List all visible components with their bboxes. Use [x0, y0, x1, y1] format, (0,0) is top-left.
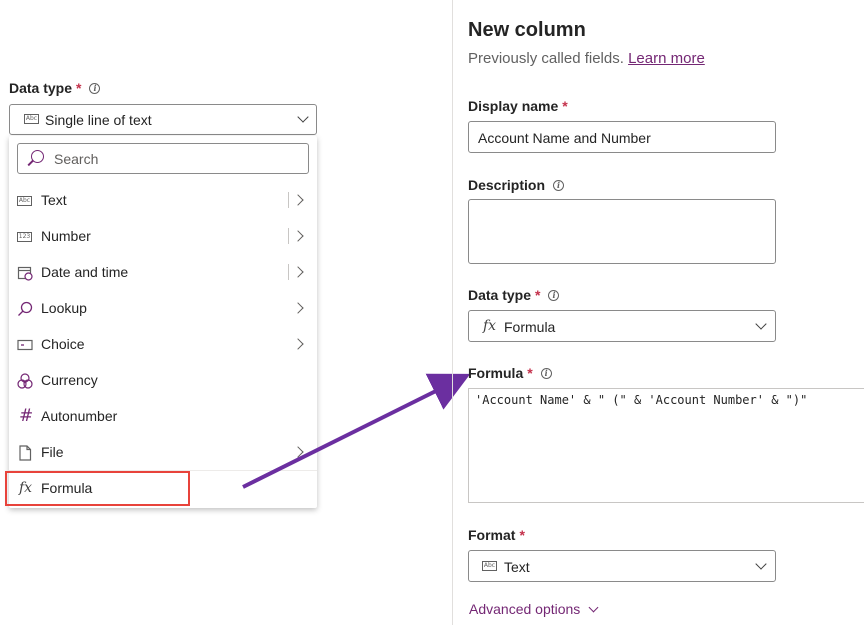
info-icon[interactable]: i — [548, 290, 560, 301]
required-mark: * — [527, 365, 533, 381]
display-name-label: Display name * — [468, 98, 568, 114]
data-type-select[interactable]: fx Formula — [468, 310, 776, 342]
data-type-value: Formula — [504, 319, 556, 335]
data-type-label: Data type * i — [468, 287, 560, 303]
required-mark: * — [562, 98, 568, 114]
panel-divider — [452, 0, 453, 625]
format-label-text: Format — [468, 527, 516, 543]
formula-label-text: Formula — [468, 365, 524, 381]
display-name-value: Account Name and Number — [478, 130, 651, 146]
description-textarea[interactable] — [468, 199, 776, 264]
required-mark: * — [535, 287, 541, 303]
description-label: Description i — [468, 177, 565, 193]
display-name-input[interactable]: Account Name and Number — [468, 121, 776, 153]
learn-more-link[interactable]: Learn more — [628, 50, 705, 67]
description-label-text: Description — [468, 177, 546, 193]
abc-icon: Abc — [482, 561, 497, 571]
format-label: Format * — [468, 527, 525, 543]
chevron-down-icon — [755, 558, 767, 570]
advanced-options-label: Advanced options — [469, 601, 581, 617]
format-select[interactable]: Abc Text — [468, 550, 776, 582]
panel-subtitle-text: Previously called fields. — [468, 50, 624, 67]
data-type-label-text: Data type — [468, 287, 532, 303]
required-mark: * — [519, 527, 525, 543]
info-icon[interactable]: i — [553, 180, 565, 191]
fx-icon: fx — [483, 318, 497, 334]
formula-value: 'Account Name' & " (" & 'Account Number'… — [475, 393, 808, 407]
advanced-options-toggle[interactable]: Advanced options — [469, 601, 599, 617]
info-icon[interactable]: i — [540, 368, 552, 379]
display-name-label-text: Display name — [468, 98, 559, 114]
formula-label: Formula * i — [468, 365, 552, 381]
chevron-down-icon — [755, 318, 767, 330]
panel-title: New column — [468, 19, 586, 41]
format-value: Text — [504, 559, 530, 575]
panel-subtitle: Previously called fields. Learn more — [468, 50, 705, 67]
formula-editor[interactable]: 'Account Name' & " (" & 'Account Number'… — [468, 388, 864, 503]
